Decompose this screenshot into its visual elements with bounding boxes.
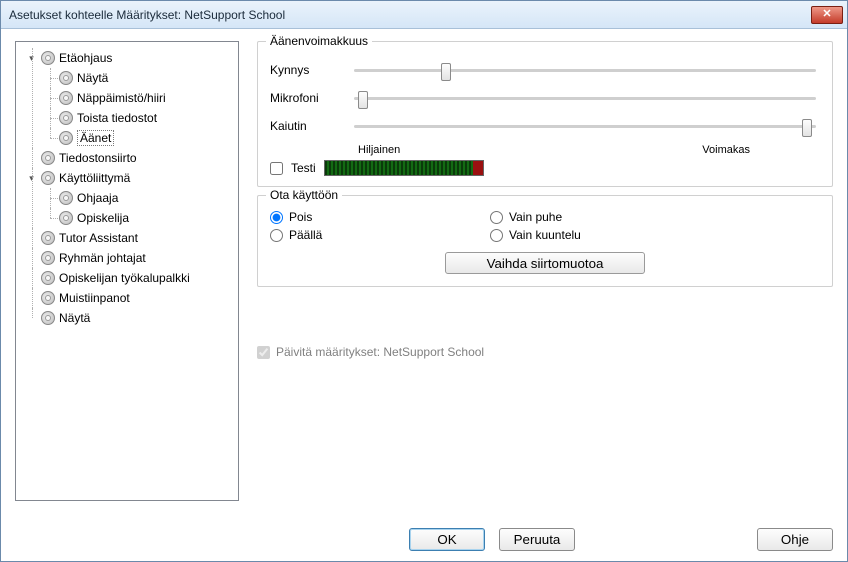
enable-group-title: Ota käyttöön [266,188,342,202]
tree-node-label[interactable]: Äänet [77,130,114,146]
gear-icon [59,91,73,105]
radio-speech-label: Vain puhe [509,210,562,224]
level-meter [324,160,484,176]
close-button[interactable]: ✕ [811,6,843,24]
gear-icon [59,191,73,205]
volume-label: Kynnys [270,63,340,77]
tree-node-label[interactable]: Muistiinpanot [59,291,130,305]
tree-node-label[interactable]: Tutor Assistant [59,231,138,245]
volume-slider[interactable] [350,69,820,72]
enable-group: Ota käyttöön Pois Vain puhe Päällä Vain … [257,195,833,287]
slider-thumb[interactable] [802,119,812,137]
ok-button[interactable]: OK [409,528,485,551]
radio-off-label: Pois [289,210,312,224]
dialog-footer: OK Peruuta Ohje [15,518,833,551]
volume-row: Kynnys [270,56,820,84]
update-config-checkbox [257,346,270,359]
volume-group: Äänenvoimakkuus KynnysMikrofoniKaiutin H… [257,41,833,187]
cancel-button[interactable]: Peruuta [499,528,575,551]
update-config-row: Päivitä määritykset: NetSupport School [257,345,833,359]
test-checkbox[interactable] [270,162,283,175]
gear-icon [59,211,73,225]
gear-icon [59,131,73,145]
titlebar: Asetukset kohteelle Määritykset: NetSupp… [1,1,847,29]
close-icon: ✕ [822,8,831,20]
gear-icon [41,251,55,265]
radio-speech-only[interactable]: Vain puhe [490,210,670,224]
radio-on-label: Päällä [289,228,322,242]
volume-slider[interactable] [350,125,820,128]
test-label: Testi [291,161,316,175]
radio-off[interactable]: Pois [270,210,450,224]
volume-row: Kaiutin [270,112,820,140]
slider-thumb[interactable] [441,63,451,81]
tree-node-label[interactable]: Opiskelija [77,211,129,225]
gear-icon [59,71,73,85]
volume-row: Mikrofoni [270,84,820,112]
tree-node-label[interactable]: Näppäimistö/hiiri [77,91,166,105]
tree-node-label[interactable]: Etäohjaus [59,51,112,65]
gear-icon [41,271,55,285]
help-button[interactable]: Ohje [757,528,833,551]
low-label: Hiljainen [358,144,400,156]
nav-tree[interactable]: ▾ Etäohjaus Näytä Näppäimistö/hiiri Toista t… [15,41,239,501]
collapse-icon[interactable]: ▾ [26,173,37,184]
slider-thumb[interactable] [358,91,368,109]
settings-dialog: Asetukset kohteelle Määritykset: NetSupp… [0,0,848,562]
radio-listen-label: Vain kuuntelu [509,228,581,242]
gear-icon [41,231,55,245]
tree-node-label[interactable]: Ohjaaja [77,191,118,205]
radio-listen-only[interactable]: Vain kuuntelu [490,228,670,242]
window-title: Asetukset kohteelle Määritykset: NetSupp… [9,8,285,22]
change-format-button[interactable]: Vaihda siirtomuotoa [445,252,645,274]
tree-node-label[interactable]: Toista tiedostot [77,111,157,125]
volume-slider[interactable] [350,97,820,100]
settings-pane: Äänenvoimakkuus KynnysMikrofoniKaiutin H… [257,41,833,518]
tree-node-label[interactable]: Käyttöliittymä [59,171,130,185]
gear-icon [41,311,55,325]
tree-node-label[interactable]: Näytä [77,71,108,85]
high-label: Voimakas [702,144,750,156]
collapse-icon[interactable]: ▾ [26,53,37,64]
radio-on[interactable]: Päällä [270,228,450,242]
volume-label: Kaiutin [270,119,340,133]
gear-icon [59,111,73,125]
gear-icon [41,291,55,305]
volume-label: Mikrofoni [270,91,340,105]
volume-group-title: Äänenvoimakkuus [266,34,372,48]
gear-icon [41,151,55,165]
gear-icon [41,51,55,65]
tree-node-label[interactable]: Ryhmän johtajat [59,251,146,265]
tree-node-label[interactable]: Tiedostonsiirto [59,151,137,165]
update-config-label: Päivitä määritykset: NetSupport School [276,345,484,359]
gear-icon [41,171,55,185]
dialog-body: ▾ Etäohjaus Näytä Näppäimistö/hiiri Toista t… [1,29,847,561]
tree-node-label[interactable]: Näytä [59,311,90,325]
tree-node-label[interactable]: Opiskelijan työkalupalkki [59,271,190,285]
